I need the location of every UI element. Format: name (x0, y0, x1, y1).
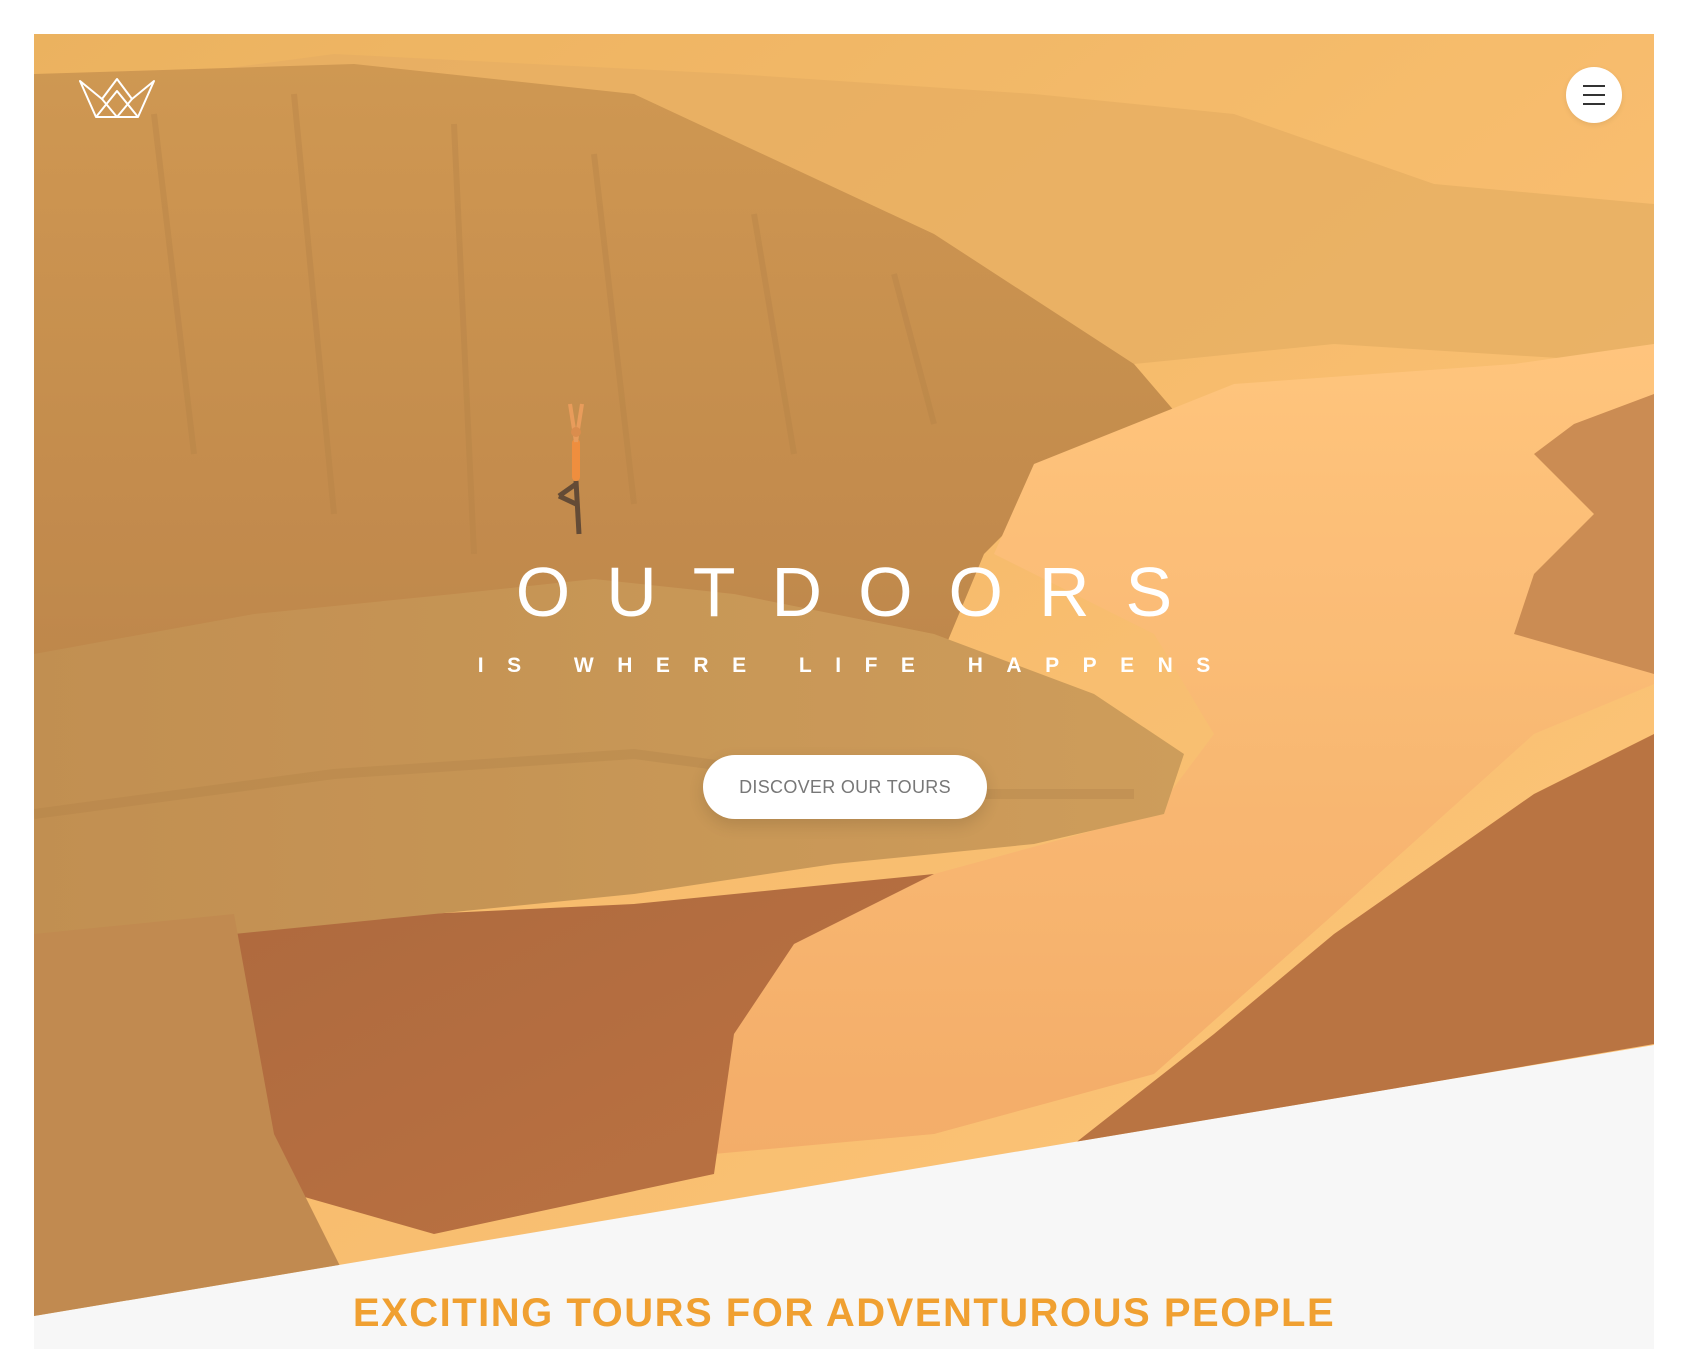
hamburger-menu-icon-middle (1583, 94, 1605, 96)
page-frame: OUTDOORS IS WHERE LIFE HAPPENS DISCOVER … (34, 34, 1654, 1349)
hamburger-menu-icon (1583, 85, 1605, 87)
hero-title: OUTDOORS (515, 553, 1209, 631)
hamburger-menu-icon-bottom (1583, 103, 1605, 105)
menu-button[interactable] (1566, 67, 1622, 123)
discover-tours-button[interactable]: DISCOVER OUR TOURS (703, 755, 987, 819)
hero-subtitle: IS WHERE LIFE HAPPENS (477, 654, 1234, 677)
section-heading: EXCITING TOURS FOR ADVENTUROUS PEOPLE (352, 1291, 1336, 1335)
hero-section: OUTDOORS IS WHERE LIFE HAPPENS DISCOVER … (34, 34, 1654, 1316)
crown-logo-icon[interactable] (78, 77, 156, 119)
